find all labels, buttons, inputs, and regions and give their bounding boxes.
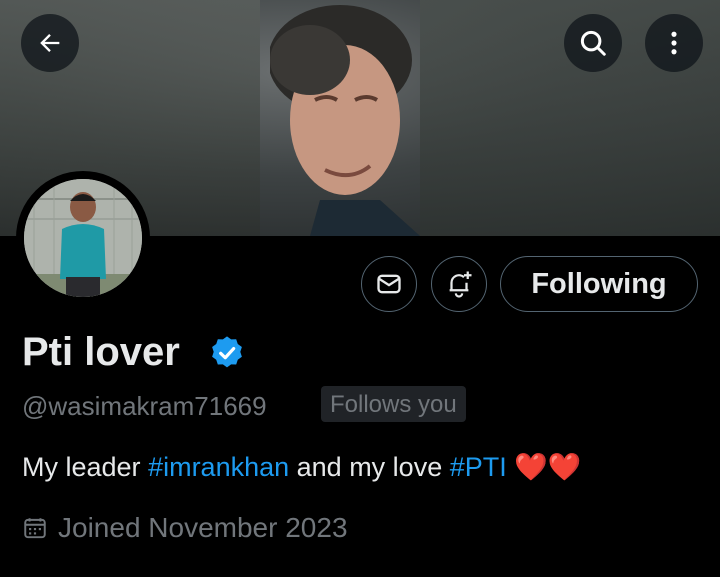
notifications-button[interactable]	[431, 256, 487, 312]
arrow-left-icon	[40, 34, 60, 52]
joined-label: Joined November 2023	[58, 512, 348, 543]
more-options-button[interactable]	[645, 14, 703, 72]
bio-text: My leader	[22, 452, 149, 482]
following-button[interactable]: Following	[500, 256, 698, 312]
more-vertical-icon	[671, 31, 677, 55]
hashtag-link[interactable]: #PTI	[450, 452, 507, 482]
profile-name: Pti lover	[22, 330, 180, 374]
bell-plus-icon	[449, 271, 472, 298]
message-button[interactable]	[361, 256, 417, 312]
profile-bio: My leader #imrankhan and my love #PTI ❤️…	[22, 451, 582, 483]
avatar-image	[24, 179, 142, 297]
profile-avatar[interactable]	[16, 171, 150, 305]
verified-badge-icon	[212, 336, 242, 368]
hashtag-link[interactable]: #imrankhan	[148, 452, 289, 482]
profile-handle: @wasimakram71669	[22, 391, 267, 421]
follows-you-badge: Follows you	[321, 386, 466, 422]
back-button[interactable]	[21, 14, 79, 72]
calendar-icon	[24, 518, 46, 539]
search-button[interactable]	[564, 14, 622, 72]
search-icon	[580, 30, 606, 56]
join-date: Joined November 2023	[22, 512, 348, 544]
bio-text: and my love	[289, 452, 450, 482]
envelope-icon	[377, 274, 401, 294]
heart-emoji: ❤️❤️	[514, 452, 582, 482]
banner-portrait-image	[270, 5, 420, 236]
